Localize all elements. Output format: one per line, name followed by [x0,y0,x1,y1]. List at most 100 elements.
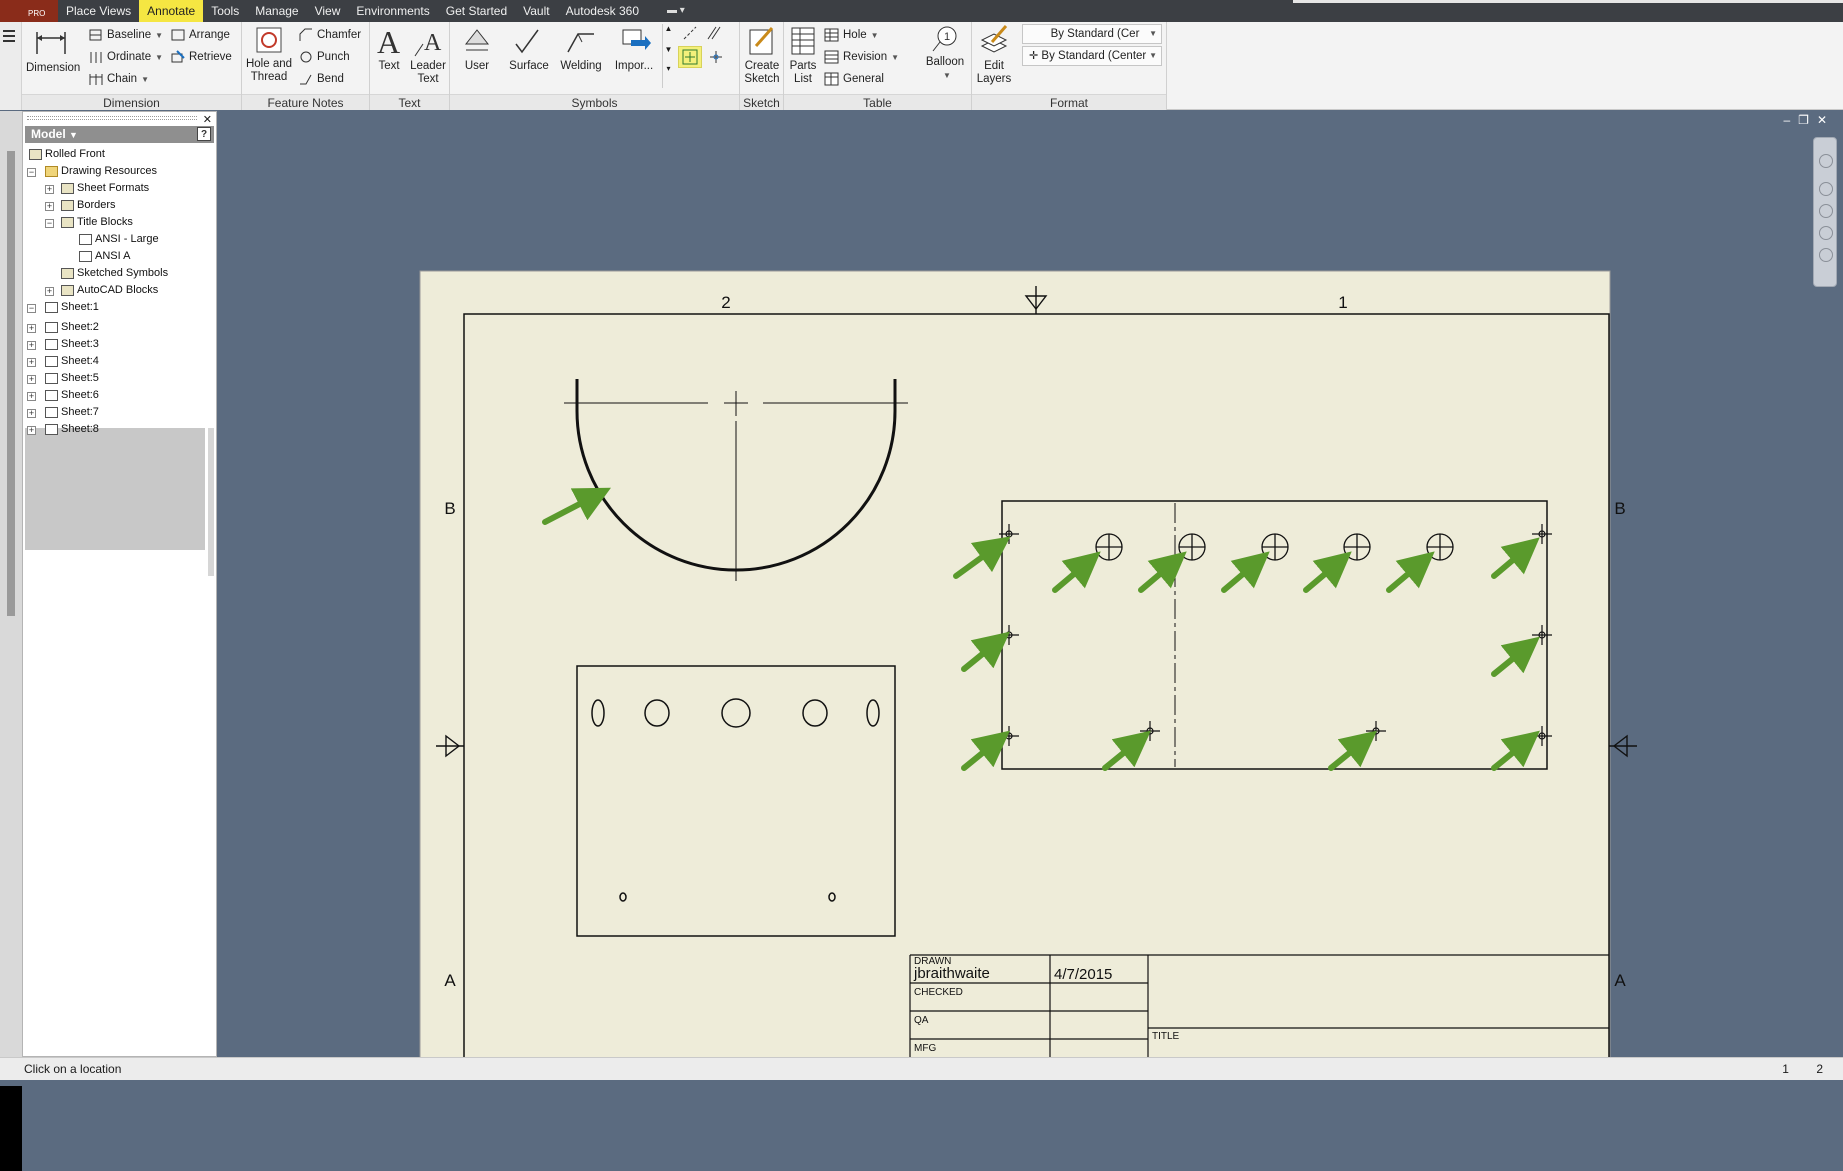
expand-icon[interactable]: + [27,426,36,435]
status-count-2: 2 [1816,1062,1823,1076]
expand-icon[interactable]: + [27,324,36,333]
scroll-down-icon[interactable]: ▼ [663,45,674,54]
balloon-button[interactable]: 1 Balloon ▼ [920,24,970,82]
gallery-expand-icon[interactable]: ▾ [663,64,674,73]
scroll-up-icon[interactable]: ▲ [663,24,674,33]
chevron-down-icon[interactable]: ▼ [891,53,899,62]
tab-manage[interactable]: Manage [247,0,306,22]
ribbon: Dimension Baseline ▼ Ordinate ▼ Chain ▼ Arr… [0,22,1843,110]
import-symbol-button[interactable]: Impor... [608,24,660,73]
symbols-gallery-scroll[interactable]: ▲ ▼ ▾ [662,24,674,88]
tab-annotate[interactable]: Annotate [139,0,204,22]
create-sketch-button[interactable]: Create Sketch [741,24,783,86]
tree-item-sheet-1[interactable]: Sheet:1 [45,299,99,316]
tree-item-ansi-large[interactable]: ANSI - Large [79,231,159,248]
tree-item-drawing-resources[interactable]: Drawing Resources [45,163,157,180]
punch-button[interactable]: Punch [298,48,350,66]
collapse-icon[interactable]: − [45,219,54,228]
tree-item-sheet-4[interactable]: Sheet:4 [45,353,99,370]
tree-item-borders[interactable]: Borders [61,197,116,214]
hamburger-menu-icon[interactable] [0,22,22,52]
ordinate-icon [90,51,102,63]
expand-icon[interactable]: + [27,409,36,418]
tab-vault[interactable]: Vault [515,0,557,22]
dimension-button[interactable]: Dimension [26,24,80,75]
arrange-button[interactable]: Arrange [170,26,230,44]
chevron-down-icon[interactable]: ▼ [871,31,879,40]
edit-layers-button[interactable]: Edit Layers [974,24,1014,86]
retrieve-button[interactable]: Retrieve [170,48,232,66]
browser-header[interactable]: Model ▼ ? [25,126,214,143]
collapse-icon[interactable]: − [27,168,36,177]
close-icon[interactable]: ✕ [203,113,212,126]
expand-icon[interactable]: + [27,358,36,367]
browser-grip[interactable] [27,116,197,120]
collapse-icon[interactable]: − [27,304,36,313]
chain-button[interactable]: Chain ▼ [88,70,149,88]
leader-text-button[interactable]: A Leader Text [408,24,448,86]
tree-item-sheet-7[interactable]: Sheet:7 [45,404,99,421]
text-icon: A [377,24,400,58]
tree-item-ansi-a[interactable]: ANSI A [79,248,130,265]
chevron-down-icon[interactable]: ▼ [943,71,951,80]
baseline-button[interactable]: Baseline ▼ [88,26,163,44]
chevron-down-icon[interactable]: ▼ [1149,25,1157,43]
expand-icon[interactable]: + [27,375,36,384]
expand-icon[interactable]: + [45,202,54,211]
tree-item-sheet-8[interactable]: Sheet:8 [45,421,99,438]
chevron-down-icon[interactable]: ▼ [141,75,149,84]
general-table-button[interactable]: General [824,70,884,88]
application-menu-button[interactable]: PRO [0,0,58,22]
tab-get-started[interactable]: Get Started [438,0,515,22]
tree-item-sheet-6[interactable]: Sheet:6 [45,387,99,404]
quick-access-dropdown-icon[interactable]: ▬ ▾ [667,5,697,17]
tab-tools[interactable]: Tools [203,0,247,22]
chamfer-button[interactable]: Chamfer [298,26,361,44]
help-icon[interactable]: ? [197,127,211,141]
graphics-window[interactable]: –❐✕ 2 1 B B A A DRAWN jbraithwaite 4/7/2… [218,111,1843,1057]
surface-button[interactable]: Surface [504,24,554,73]
expand-icon[interactable]: + [27,341,36,350]
bend-button[interactable]: Bend [298,70,344,88]
tree-item-sheet-2[interactable]: Sheet:2 [45,319,99,336]
tab-view[interactable]: View [307,0,349,22]
tree-label: Drawing Resources [61,165,157,177]
parts-list-button[interactable]: Parts List [785,24,821,86]
expand-icon[interactable]: + [45,185,54,194]
mfg-label: MFG [914,1043,936,1054]
welding-button[interactable]: Welding [556,24,606,73]
layer-style-dropdown[interactable]: By Standard (Cer ▼ [1022,24,1162,44]
centerline-bisector-button[interactable] [706,24,725,42]
browser-scrollbar[interactable] [208,428,214,576]
tree-item-title-blocks[interactable]: Title Blocks [61,214,133,231]
chevron-down-icon[interactable]: ▼ [155,31,163,40]
tree-item-sheet-formats[interactable]: Sheet Formats [61,180,149,197]
left-scrollbar[interactable] [7,151,15,616]
centerline-button[interactable] [682,24,701,42]
chevron-down-icon[interactable]: ▼ [69,130,78,140]
tab-environments[interactable]: Environments [348,0,437,22]
tab-place-views[interactable]: Place Views [58,0,139,22]
text-button[interactable]: A Text [372,24,406,73]
chevron-down-icon[interactable]: ▼ [155,53,163,62]
tree-item-sheet-5[interactable]: Sheet:5 [45,370,99,387]
ordinate-button[interactable]: Ordinate ▼ [88,48,163,66]
tree-item-sketched-symbols[interactable]: Sketched Symbols [61,265,168,282]
tab-autodesk-360[interactable]: Autodesk 360 [558,0,647,22]
revision-table-button[interactable]: Revision ▼ [824,48,899,66]
user-symbol-button[interactable]: User [454,24,500,73]
tree-item-rolled-front[interactable]: Rolled Front [29,146,105,163]
panel-title-text: Text [370,94,449,110]
object-style-dropdown[interactable]: ✛ By Standard (Center ▼ [1022,46,1162,66]
chevron-down-icon[interactable]: ▼ [1149,47,1157,65]
expand-icon[interactable]: + [27,392,36,401]
chamfer-icon [299,28,312,41]
hole-and-thread-button[interactable]: Hole and Thread [242,24,296,84]
edit-layers-icon [980,25,1008,53]
centered-pattern-button[interactable] [708,48,727,66]
tree-item-autocad-blocks[interactable]: AutoCAD Blocks [61,282,158,299]
center-mark-button[interactable] [678,46,702,68]
tree-item-sheet-3[interactable]: Sheet:3 [45,336,99,353]
hole-table-button[interactable]: Hole ▼ [824,26,879,44]
expand-icon[interactable]: + [45,287,54,296]
